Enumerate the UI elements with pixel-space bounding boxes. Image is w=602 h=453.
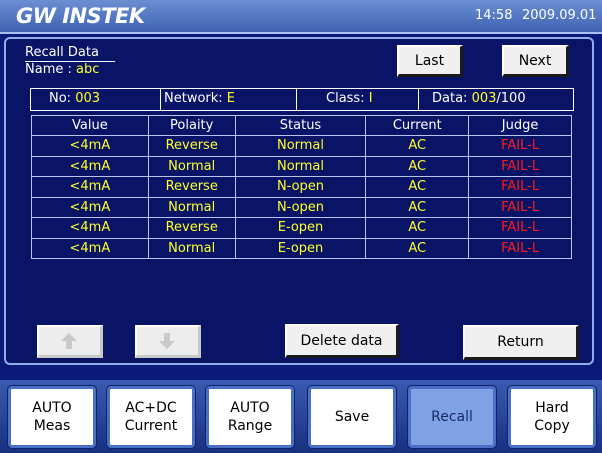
return-button[interactable]: Return bbox=[463, 325, 579, 360]
cell-polarity: Reverse bbox=[147, 135, 236, 157]
cell-judge: FAIL-L bbox=[468, 135, 572, 157]
no-label: No: bbox=[49, 91, 76, 106]
results-table: Value Polaity Status Current Judge <4mA … bbox=[31, 115, 572, 259]
softkey-save[interactable]: Save bbox=[307, 385, 397, 449]
title-bar: GW INSTEK 14:58 2009.09.01 bbox=[0, 0, 602, 34]
clock-date: 2009.09.01 bbox=[522, 8, 597, 23]
column-header-polarity: Polaity bbox=[147, 115, 236, 136]
data-value: 003 bbox=[471, 91, 497, 106]
cell-value: <4mA bbox=[31, 135, 149, 157]
info-divider bbox=[160, 89, 161, 110]
softkey-ac-dc-current[interactable]: AC+DC Current bbox=[106, 385, 196, 449]
brand-logo: GW INSTEK bbox=[16, 4, 145, 28]
cell-value: <4mA bbox=[31, 155, 149, 177]
column-header-current: Current bbox=[365, 115, 470, 136]
cell-polarity: Reverse bbox=[147, 176, 236, 198]
softkey-auto-meas[interactable]: AUTO Meas bbox=[7, 385, 97, 449]
cell-current: AC bbox=[365, 196, 470, 218]
delete-data-button[interactable]: Delete data bbox=[285, 324, 399, 358]
no-value: 003 bbox=[75, 91, 101, 106]
cell-value: <4mA bbox=[31, 217, 149, 239]
table-row[interactable]: <4mA Reverse E-open AC FAIL-L bbox=[31, 217, 572, 239]
cell-value: <4mA bbox=[31, 237, 149, 259]
arrow-down-icon bbox=[159, 333, 175, 349]
arrow-up-icon bbox=[61, 333, 77, 349]
cell-judge: FAIL-L bbox=[468, 176, 572, 198]
cell-status: Normal bbox=[234, 135, 367, 157]
scroll-up-button[interactable] bbox=[37, 325, 103, 358]
data-label: Data: bbox=[432, 91, 472, 106]
name-label: Name : bbox=[25, 62, 76, 77]
cell-value: <4mA bbox=[31, 176, 149, 198]
cell-polarity: Normal bbox=[147, 196, 236, 218]
softkey-hard-copy[interactable]: Hard Copy bbox=[507, 385, 597, 449]
cell-judge: FAIL-L bbox=[468, 196, 572, 218]
record-number: No: 003 bbox=[49, 91, 100, 107]
cell-current: AC bbox=[365, 155, 470, 177]
table-row[interactable]: <4mA Reverse Normal AC FAIL-L bbox=[31, 135, 572, 157]
name-value: abc bbox=[76, 62, 100, 77]
class-info: Class: I bbox=[326, 91, 373, 107]
column-header-judge: Judge bbox=[468, 115, 572, 136]
cell-current: AC bbox=[365, 176, 470, 198]
record-name: Name : abc bbox=[25, 61, 116, 77]
cell-current: AC bbox=[365, 237, 470, 259]
scroll-down-button[interactable] bbox=[135, 325, 201, 358]
column-header-value: Value bbox=[31, 115, 149, 136]
cell-status: E-open bbox=[234, 217, 367, 239]
clock-time: 14:58 bbox=[475, 8, 513, 23]
table-row[interactable]: <4mA Normal N-open AC FAIL-L bbox=[31, 196, 572, 218]
cell-status: Normal bbox=[234, 155, 367, 177]
cell-status: N-open bbox=[234, 196, 367, 218]
cell-current: AC bbox=[365, 217, 470, 239]
page-title: Recall Data bbox=[25, 45, 99, 60]
softkey-recall[interactable]: Recall bbox=[407, 385, 497, 449]
softkey-auto-range[interactable]: AUTO Range bbox=[205, 385, 295, 449]
network-value: E bbox=[226, 91, 236, 106]
cell-judge: FAIL-L bbox=[468, 237, 572, 259]
next-button[interactable]: Next bbox=[502, 45, 569, 77]
cell-polarity: Reverse bbox=[147, 217, 236, 239]
data-count: Data: 003/100 bbox=[432, 91, 526, 107]
network-label: Network: bbox=[164, 91, 227, 106]
data-total: /100 bbox=[496, 91, 526, 106]
last-button[interactable]: Last bbox=[397, 45, 463, 77]
cell-polarity: Normal bbox=[147, 155, 236, 177]
cell-polarity: Normal bbox=[147, 237, 236, 259]
network-info: Network: E bbox=[164, 91, 235, 107]
cell-status: N-open bbox=[234, 176, 367, 198]
cell-status: E-open bbox=[234, 237, 367, 259]
cell-current: AC bbox=[365, 135, 470, 157]
column-header-status: Status bbox=[234, 115, 367, 136]
cell-value: <4mA bbox=[31, 196, 149, 218]
cell-judge: FAIL-L bbox=[468, 155, 572, 177]
info-divider bbox=[296, 89, 297, 110]
table-header-row: Value Polaity Status Current Judge bbox=[31, 115, 572, 136]
class-value: I bbox=[368, 91, 373, 106]
table-row[interactable]: <4mA Reverse N-open AC FAIL-L bbox=[31, 176, 572, 198]
table-row[interactable]: <4mA Normal E-open AC FAIL-L bbox=[31, 237, 572, 259]
table-row[interactable]: <4mA Normal Normal AC FAIL-L bbox=[31, 155, 572, 177]
class-label: Class: bbox=[326, 91, 369, 106]
info-divider bbox=[418, 89, 419, 110]
cell-judge: FAIL-L bbox=[468, 217, 572, 239]
